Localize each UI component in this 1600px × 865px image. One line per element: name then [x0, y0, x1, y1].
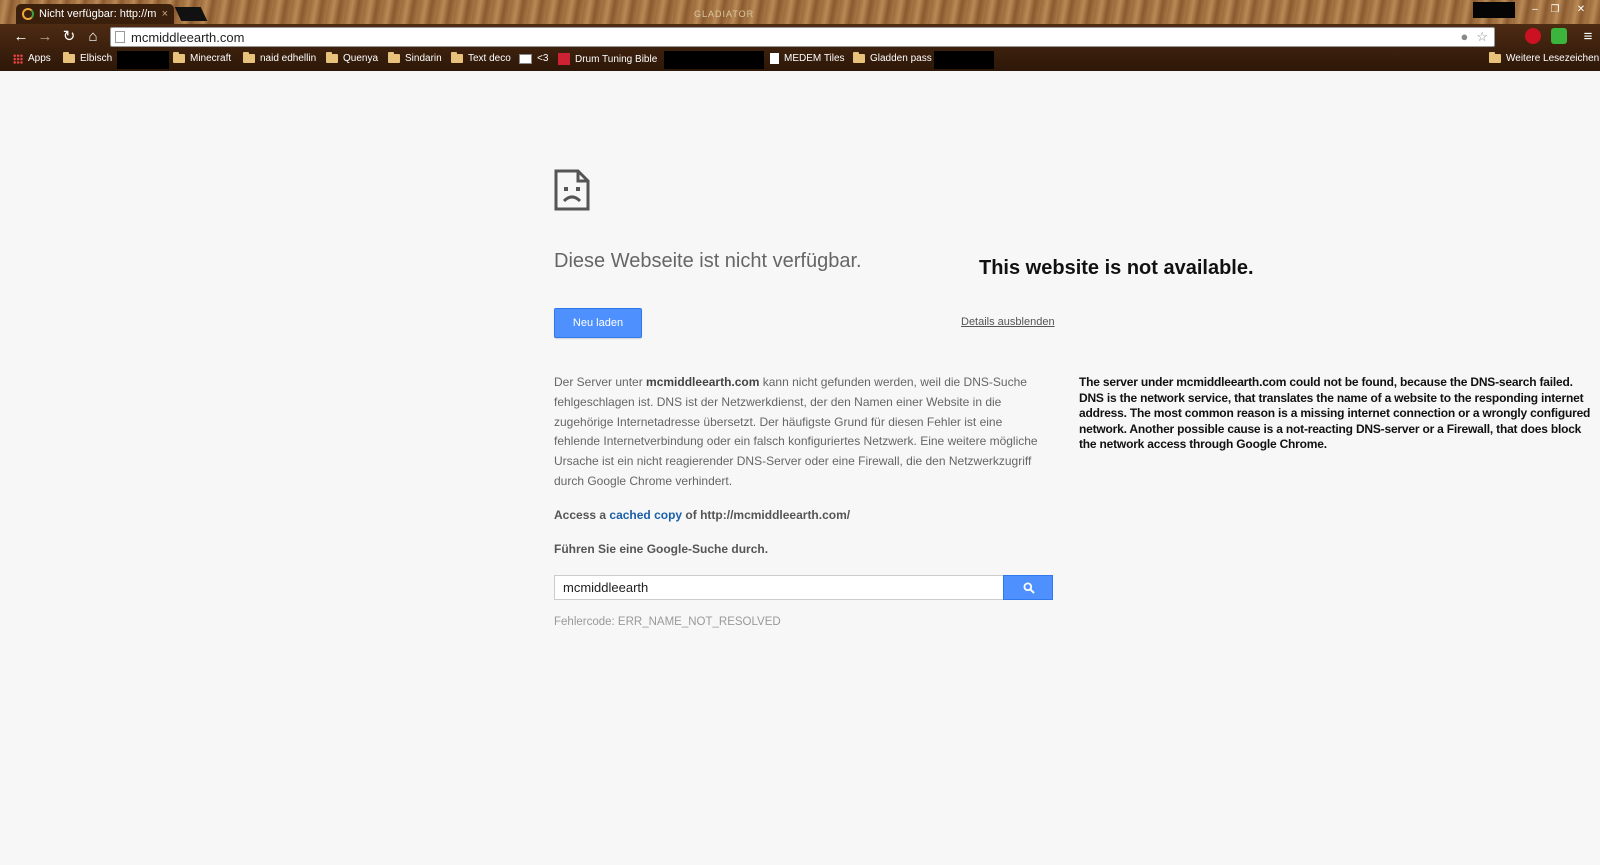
- extension-red-icon[interactable]: [1525, 28, 1541, 44]
- google-search-label: Führen Sie eine Google-Suche durch.: [554, 542, 769, 556]
- bookmark-favicon-icon: [558, 53, 570, 65]
- close-window-icon[interactable]: ✕: [1572, 3, 1590, 17]
- cached-copy-line: Access a cached copy of http://mcmiddlee…: [554, 508, 851, 522]
- search-icon: [1023, 582, 1035, 594]
- folder-icon: [388, 52, 400, 63]
- address-bar[interactable]: mcmiddleearth.com ● ☆: [110, 27, 1495, 47]
- menu-icon[interactable]: ≡: [1578, 28, 1598, 46]
- folder-icon: [451, 52, 463, 63]
- google-search-button[interactable]: [1003, 575, 1053, 600]
- redacted-bookmark: [117, 51, 169, 69]
- extension-green-icon[interactable]: [1551, 28, 1567, 44]
- error-heading-translation: This website is not available.: [979, 257, 1254, 279]
- redacted-bookmark: [664, 51, 764, 69]
- redacted-bookmark: [934, 51, 994, 69]
- bookmark-text-deco[interactable]: Text deco: [451, 52, 511, 64]
- bookmark-heart[interactable]: <3: [519, 53, 548, 64]
- sad-page-icon: [554, 169, 590, 211]
- bookmark-sindarin[interactable]: Sindarin: [388, 52, 442, 64]
- folder-icon: [1489, 52, 1501, 63]
- reload-icon[interactable]: ↻: [59, 28, 79, 46]
- lightbulb-icon[interactable]: ●: [1460, 29, 1468, 45]
- folder-icon: [326, 52, 338, 63]
- error-explanation-translation: The server under mcmiddleearth.com could…: [1079, 375, 1591, 452]
- loading-spinner-icon: [22, 8, 34, 20]
- bookmark-minecraft[interactable]: Minecraft: [173, 52, 231, 64]
- error-domain: mcmiddleearth.com: [646, 375, 760, 389]
- bookmark-other[interactable]: Weitere Lesezeichen: [1489, 52, 1599, 64]
- page-icon: [770, 53, 779, 64]
- bookmark-naid-edhellin[interactable]: naid edhellin: [243, 52, 316, 64]
- bookmark-quenya[interactable]: Quenya: [326, 52, 378, 64]
- browser-tab-active[interactable]: Nicht verfügbar: http://m ×: [16, 4, 174, 24]
- apps-grid-icon: [13, 53, 23, 64]
- folder-icon: [243, 52, 255, 63]
- new-tab-button[interactable]: [174, 7, 208, 21]
- hide-details-link[interactable]: Details ausblenden: [961, 316, 1055, 328]
- bookmark-elbisch[interactable]: Elbisch: [63, 52, 112, 64]
- tab-close-icon[interactable]: ×: [162, 8, 168, 20]
- error-code: Fehlercode: ERR_NAME_NOT_RESOLVED: [554, 616, 781, 628]
- title-bar: Nicht verfügbar: http://m × GLADIATOR ‒ …: [0, 0, 1600, 24]
- folder-icon: [173, 52, 185, 63]
- error-heading: Diese Webseite ist nicht verfügbar.: [554, 250, 862, 272]
- bookmark-gladden-pass[interactable]: Gladden pass: [853, 52, 932, 64]
- page-icon: [115, 31, 125, 43]
- bookmark-apps[interactable]: Apps: [13, 53, 51, 64]
- reload-button[interactable]: Neu laden: [554, 308, 642, 338]
- back-icon[interactable]: ←: [11, 28, 31, 46]
- google-search-input[interactable]: mcmiddleearth: [554, 575, 1004, 600]
- restore-icon[interactable]: ❐: [1546, 3, 1564, 17]
- star-icon[interactable]: ☆: [1476, 29, 1488, 45]
- address-bar-url[interactable]: mcmiddleearth.com: [131, 30, 244, 45]
- cached-copy-link[interactable]: cached copy: [609, 508, 682, 522]
- bookmark-medem-tiles[interactable]: MEDEM Tiles: [770, 53, 845, 64]
- window-title-text: GLADIATOR: [694, 9, 755, 19]
- redacted-area: [1473, 2, 1515, 18]
- navigation-toolbar: ← → ↻ ⌂ mcmiddleearth.com ● ☆ ≡: [0, 24, 1600, 49]
- error-page: Diese Webseite ist nicht verfügbar. This…: [0, 71, 1600, 865]
- bookmark-drum-tuning-bible[interactable]: Drum Tuning Bible: [558, 53, 657, 65]
- minimize-icon[interactable]: ‒: [1526, 3, 1544, 17]
- forward-icon[interactable]: →: [35, 28, 55, 46]
- folder-icon: [853, 52, 865, 63]
- home-icon[interactable]: ⌂: [83, 28, 103, 46]
- error-explanation: Der Server unter mcmiddleearth.com kann …: [554, 375, 1038, 488]
- folder-icon: [63, 52, 75, 63]
- browser-chrome: Nicht verfügbar: http://m × GLADIATOR ‒ …: [0, 0, 1600, 71]
- bookmarks-bar: Apps Elbisch Minecraft naid edhellin Que…: [0, 50, 1600, 70]
- tab-title: Nicht verfügbar: http://m: [39, 8, 157, 20]
- mail-icon: [519, 53, 532, 64]
